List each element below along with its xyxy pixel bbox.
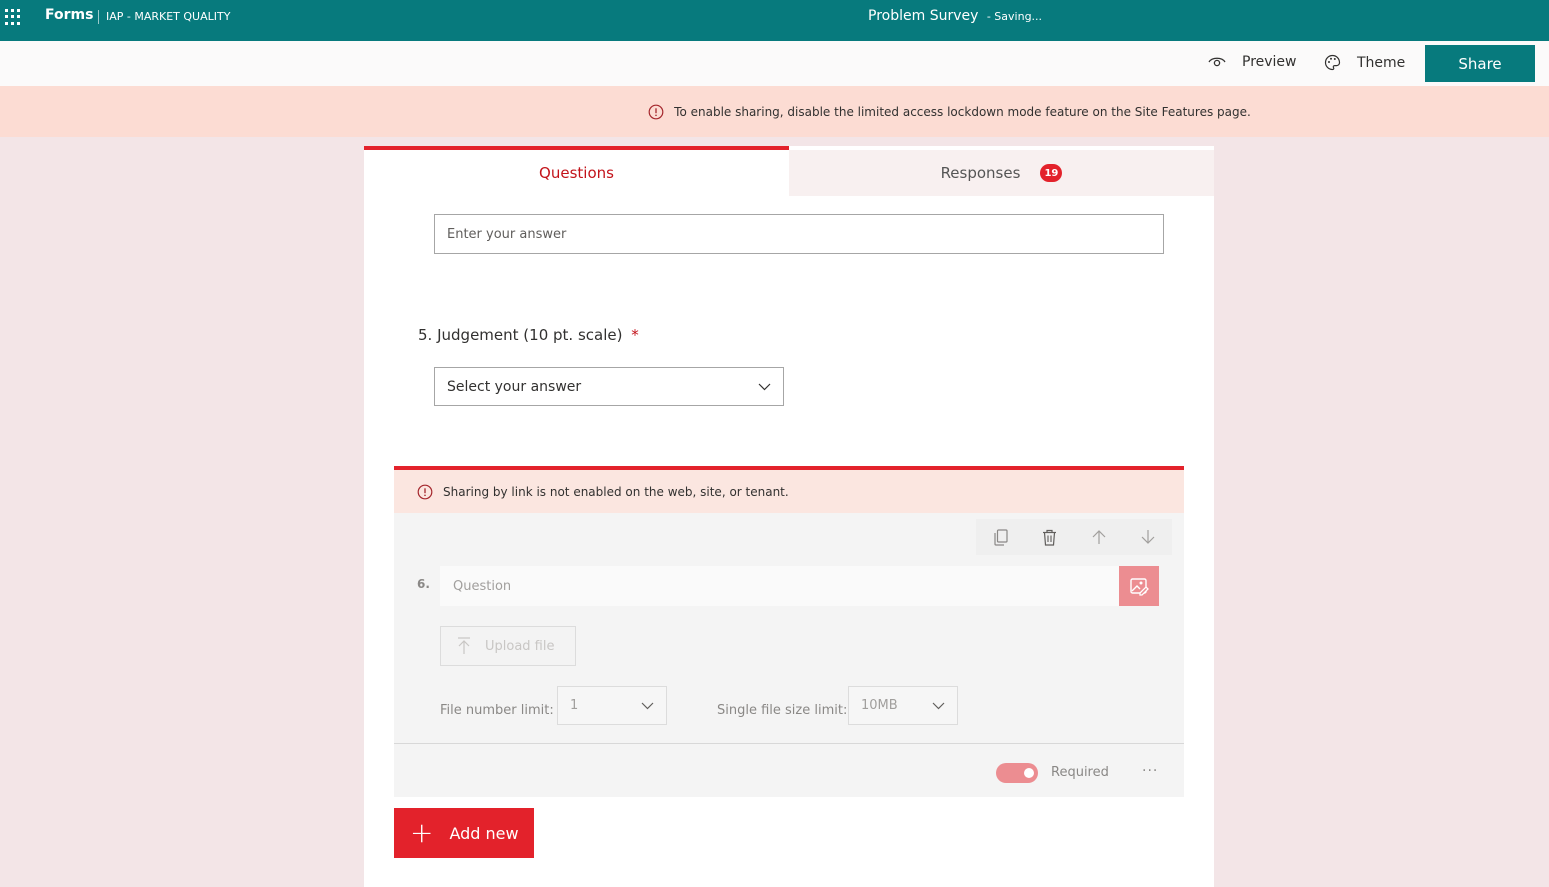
image-edit-icon <box>1130 578 1149 596</box>
tab-questions-label: Questions <box>539 164 614 182</box>
chevron-down-icon <box>758 383 771 390</box>
copy-icon <box>993 528 1008 546</box>
responses-count-badge: 19 <box>1040 164 1063 182</box>
preview-button[interactable]: Preview <box>1208 54 1297 70</box>
delete-question-button[interactable] <box>1040 527 1060 547</box>
form-editor-card: Questions Responses 19 5. Judgement (10 … <box>364 146 1214 887</box>
file-number-limit-label: File number limit: <box>440 703 554 718</box>
header-divider <box>98 10 99 24</box>
question-6-number: 6. <box>417 577 430 591</box>
question-5-dropdown[interactable]: Select your answer <box>434 367 784 406</box>
question-divider <box>394 743 1184 744</box>
move-down-button[interactable] <box>1138 527 1158 547</box>
question-toolbar <box>976 519 1172 555</box>
app-header: Forms IAP - MARKET QUALITY Problem Surve… <box>0 0 1549 41</box>
upload-icon <box>458 637 470 654</box>
dropdown-placeholder: Select your answer <box>447 378 582 395</box>
lockdown-warning-banner: To enable sharing, disable the limited a… <box>0 86 1549 137</box>
question-5-title: 5. Judgement (10 pt. scale) * <box>418 326 639 344</box>
upload-file-label: Upload file <box>485 638 555 654</box>
chevron-down-icon <box>641 702 654 709</box>
file-size-limit-value: 10MB <box>861 698 898 713</box>
add-new-button[interactable]: + Add new <box>394 808 534 858</box>
theme-button[interactable]: Theme <box>1324 54 1405 71</box>
arrow-down-icon <box>1141 530 1154 544</box>
tab-responses-label: Responses <box>940 164 1021 182</box>
answer-input[interactable] <box>434 214 1164 254</box>
required-asterisk: * <box>631 326 639 344</box>
file-size-limit-dropdown[interactable]: 10MB <box>848 686 958 725</box>
arrow-up-icon <box>1092 530 1105 544</box>
warning-icon <box>648 104 664 120</box>
question-5-text: Judgement (10 pt. scale) <box>437 326 623 344</box>
eye-icon <box>1208 57 1226 67</box>
file-number-limit-dropdown[interactable]: 1 <box>557 686 667 725</box>
app-launcher-icon[interactable] <box>4 8 22 26</box>
preview-label: Preview <box>1242 54 1297 70</box>
org-name: IAP - MARKET QUALITY <box>106 10 231 23</box>
more-options-button[interactable]: ··· <box>1142 763 1158 779</box>
banner-message: To enable sharing, disable the limited a… <box>674 104 1251 119</box>
form-title-text: Problem Survey <box>868 8 979 24</box>
move-up-button[interactable] <box>1089 527 1109 547</box>
chevron-down-icon <box>932 702 945 709</box>
trash-icon <box>1043 529 1056 546</box>
theme-label: Theme <box>1357 54 1406 71</box>
copy-question-button[interactable] <box>991 527 1011 547</box>
question-5-number: 5. <box>418 326 433 344</box>
required-label: Required <box>1051 765 1109 780</box>
required-toggle[interactable] <box>996 763 1038 783</box>
plus-icon: + <box>410 816 434 849</box>
toggle-knob <box>1024 768 1034 778</box>
insert-media-button[interactable] <box>1119 566 1159 606</box>
file-size-limit-label: Single file size limit: <box>717 703 848 718</box>
form-title: Problem Survey - Saving... <box>868 8 1042 24</box>
save-status: - Saving... <box>986 10 1043 23</box>
palette-icon <box>1324 54 1341 71</box>
tab-questions[interactable]: Questions <box>364 146 789 196</box>
add-new-label: Add new <box>449 823 519 843</box>
tab-responses[interactable]: Responses 19 <box>789 150 1214 196</box>
sharing-warning-text: Sharing by link is not enabled on the we… <box>443 484 789 499</box>
question-6-editor[interactable]: Sharing by link is not enabled on the we… <box>394 466 1184 797</box>
question-title-input[interactable] <box>440 566 1119 606</box>
command-bar: Preview Theme Share <box>0 41 1549 86</box>
app-name[interactable]: Forms <box>45 7 93 23</box>
share-button[interactable]: Share <box>1425 45 1535 82</box>
upload-file-button[interactable]: Upload file <box>440 626 576 666</box>
file-number-limit-value: 1 <box>570 698 579 713</box>
warning-icon <box>417 484 433 500</box>
sharing-warning: Sharing by link is not enabled on the we… <box>394 470 1184 513</box>
